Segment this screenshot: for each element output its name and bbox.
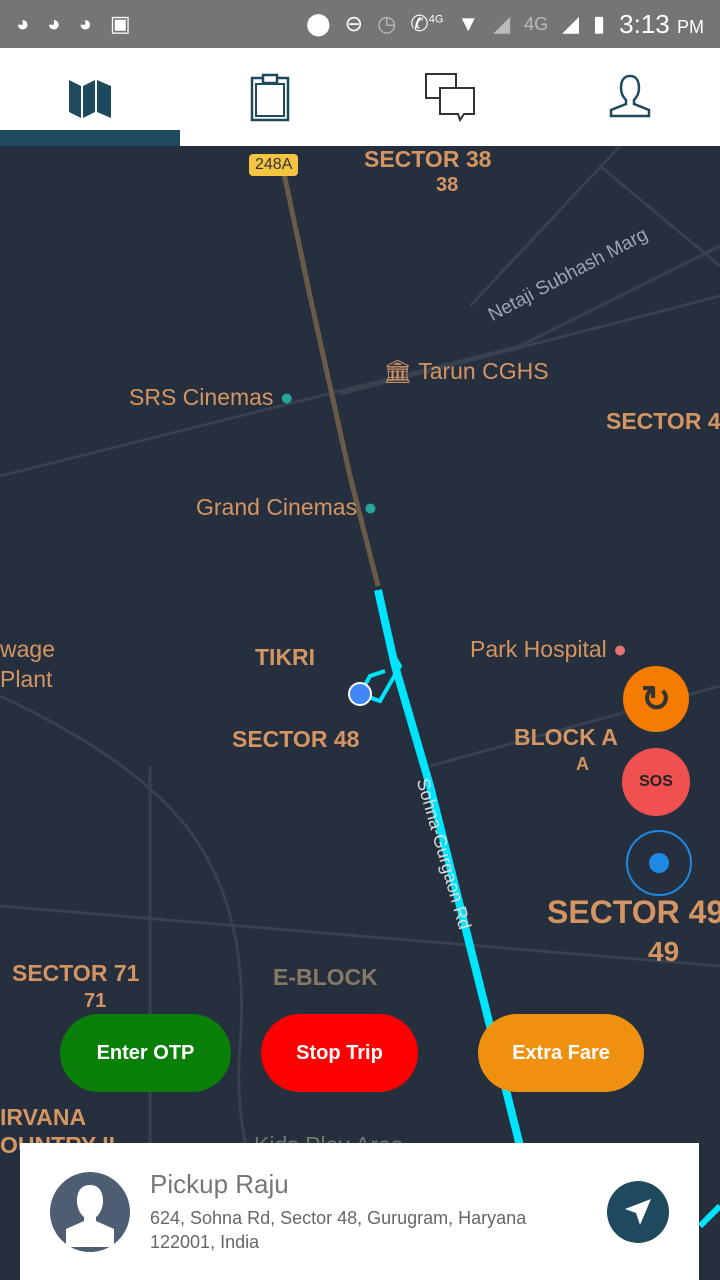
enter-otp-button[interactable]: Enter OTP [60, 1014, 231, 1092]
call-icon: ✆4G [410, 11, 444, 36]
crosshair-icon [649, 853, 669, 873]
poi-label: SRS Cinemas [129, 384, 274, 410]
map-icon [69, 80, 111, 118]
poi-srs-cinemas[interactable]: SRS Cinemas ● [129, 384, 294, 411]
map-label: TIKRI [255, 644, 316, 670]
clock: 3:13 PM [619, 8, 704, 39]
extra-fare-button[interactable]: Extra Fare [478, 1014, 644, 1092]
status-bar: ◕ ◕ ◕ ▣ ⬤ ⊖ ◷ ✆4G ▼ ◢ 4G ◢ ▮ 3:13 PM [0, 0, 720, 48]
map-roads [0, 146, 720, 1280]
poi-park-hospital[interactable]: Park Hospital ● [470, 636, 627, 663]
sos-label: SOS [639, 773, 673, 790]
tab-bar [0, 48, 720, 146]
map-label: SECTOR 48 [232, 726, 360, 752]
dnd-icon: ⊖ [344, 11, 364, 36]
navigation-arrow-icon [625, 1198, 651, 1225]
wifi-icon: ▼ [457, 11, 480, 36]
sos-button[interactable]: SOS [622, 748, 690, 816]
refresh-icon: ↻ [640, 678, 672, 719]
map-label: 71 [84, 990, 107, 1012]
map-label: A [576, 754, 589, 774]
refresh-button[interactable]: ↻ [623, 666, 689, 732]
network-type: 4G [524, 13, 549, 34]
signal-icon: ◢ [493, 11, 511, 36]
notification-icons: ◕ ◕ ◕ ▣ [16, 11, 131, 37]
map-label: SECTOR 4 [606, 408, 720, 434]
map-label: SECTOR 38 [364, 146, 492, 172]
map-label: wage [0, 636, 55, 662]
tab-trips[interactable] [180, 48, 360, 146]
tab-profile[interactable] [540, 48, 720, 146]
current-location-dot [348, 682, 372, 706]
poi-label: Park Hospital [470, 636, 607, 662]
image-icon: ▣ [109, 11, 131, 36]
highway-shield: 248A [249, 154, 299, 176]
clipboard-icon [250, 73, 290, 122]
avatar [50, 1171, 130, 1252]
pickup-card[interactable]: Pickup Raju 624, Sohna Rd, Sector 48, Gu… [20, 1143, 699, 1280]
location-icon: ⬤ [306, 11, 331, 36]
navigate-button[interactable] [607, 1180, 669, 1243]
map-label: IRVANA [0, 1104, 87, 1130]
map-label: E-BLOCK [273, 964, 378, 990]
tab-map[interactable] [0, 48, 180, 146]
poi-label: Tarun CGHS [418, 358, 549, 384]
pickup-address: 624, Sohna Rd, Sector 48, Gurugram, Hary… [150, 1208, 527, 1252]
app-notification-icon: ◕ [47, 11, 61, 36]
map-label: BLOCK A [514, 724, 618, 750]
map-label: 38 [436, 174, 459, 196]
alarm-icon: ◷ [377, 11, 397, 36]
app-notification-icon: ◕ [16, 11, 30, 36]
signal-icon: ◢ [562, 11, 580, 36]
person-icon [66, 1184, 114, 1247]
profile-icon [609, 74, 651, 118]
my-location-button[interactable] [626, 830, 692, 896]
map-view[interactable]: 248A SECTOR 38 38 Netaji Subhash Marg 🏛 … [0, 146, 720, 1280]
map-label: Plant [0, 666, 53, 692]
stop-trip-button[interactable]: Stop Trip [261, 1014, 418, 1092]
route-line [697, 1203, 720, 1229]
chat-icon [425, 73, 475, 122]
poi-tarun-cghs[interactable]: 🏛 Tarun CGHS [383, 358, 549, 385]
app-notification-icon: ◕ [78, 11, 92, 36]
map-label: 49 [648, 936, 680, 967]
map-label: SECTOR 49 [547, 894, 720, 930]
poi-label: Grand Cinemas [196, 494, 358, 520]
poi-grand-cinemas[interactable]: Grand Cinemas ● [196, 494, 377, 521]
highway-road [279, 163, 381, 587]
tab-messages[interactable] [360, 48, 540, 146]
battery-icon: ▮ [593, 11, 606, 36]
pickup-title: Pickup Raju [150, 1169, 289, 1199]
map-label: SECTOR 71 [12, 960, 140, 986]
